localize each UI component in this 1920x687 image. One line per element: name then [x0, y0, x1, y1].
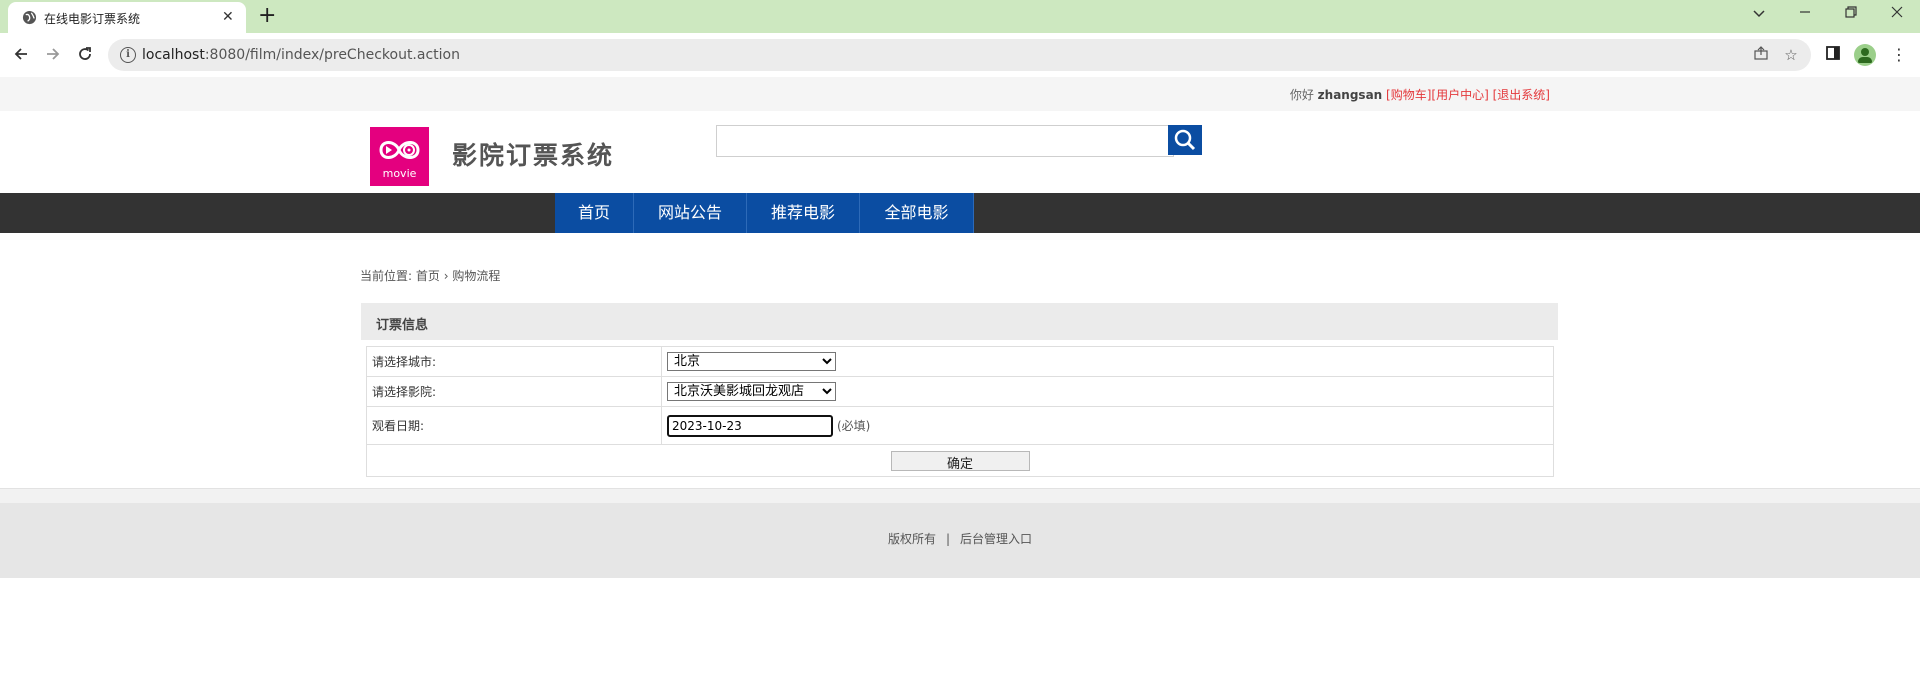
cinema-cell: 北京沃美影城回龙观店: [661, 376, 1554, 407]
nav-item-recommended[interactable]: 推荐电影: [747, 193, 860, 233]
side-panel-icon[interactable]: [1822, 44, 1844, 66]
greeting-text: 你好: [1289, 88, 1314, 102]
user-topbar: 你好 zhangsan [购物车][用户中心] [退出系统]: [0, 77, 1920, 112]
logout-link[interactable]: [退出系统]: [1493, 88, 1550, 102]
city-label: 请选择城市:: [366, 346, 662, 377]
required-note: (必填): [837, 418, 871, 433]
main-nav: 首页 网站公告 推荐电影 全部电影: [0, 193, 1920, 233]
tab-title: 在线电影订票系统: [44, 12, 141, 26]
confirm-button[interactable]: 确定: [890, 450, 1030, 472]
cinema-select[interactable]: 北京沃美影城回龙观店: [667, 382, 836, 401]
forward-icon[interactable]: [40, 41, 66, 67]
city-cell: 北京: [661, 346, 1554, 377]
main-content: 当前位置: 首页 › 购物流程 订票信息 请选择城市: 北京 请选择影院: 北京…: [0, 233, 1920, 488]
site-footer: 版权所有 | 后台管理入口: [0, 503, 1920, 578]
user-center-link[interactable]: [用户中心]: [1431, 88, 1488, 102]
search-icon: [1174, 129, 1196, 151]
nav-item-all-movies[interactable]: 全部电影: [860, 193, 974, 233]
date-label: 观看日期:: [366, 406, 662, 445]
city-select[interactable]: 北京: [667, 352, 836, 371]
submit-cell: 确定: [366, 444, 1554, 477]
site-logo[interactable]: movie: [370, 127, 429, 186]
breadcrumb-current: 购物流程: [452, 269, 501, 283]
footer-links: 版权所有 | 后台管理入口: [0, 530, 1920, 547]
city-row: 请选择城市: 北京: [366, 346, 1554, 377]
browser-tabstrip: 在线电影订票系统 ✕ +: [0, 0, 1920, 33]
submit-row: 确定: [366, 444, 1554, 477]
breadcrumb-home[interactable]: 首页: [416, 269, 440, 283]
address-bar[interactable]: i localhost:8080/film/index/preCheckout.…: [108, 39, 1811, 71]
date-input[interactable]: [667, 414, 833, 437]
minimize-icon[interactable]: [1790, 4, 1820, 24]
reload-icon[interactable]: [72, 41, 98, 67]
site-title: 影院订票系统: [452, 141, 615, 170]
film-reel-logo-icon: [379, 141, 420, 159]
cart-link[interactable]: [购物车]: [1386, 88, 1431, 102]
maximize-icon[interactable]: [1836, 4, 1866, 24]
cinema-label: 请选择影院:: [366, 376, 662, 407]
footer-separator: [0, 488, 1920, 504]
breadcrumb-separator: ›: [443, 269, 449, 283]
order-form: 请选择城市: 北京 请选择影院: 北京沃美影城回龙观店 观看日期: (必填): [366, 346, 1554, 477]
username: zhangsan: [1317, 88, 1383, 102]
globe-icon: [22, 10, 37, 25]
menu-icon[interactable]: ⋮: [1888, 44, 1910, 66]
nav-item-home[interactable]: 首页: [555, 193, 634, 233]
cinema-row: 请选择影院: 北京沃美影城回龙观店: [366, 376, 1554, 407]
nav-item-announcements[interactable]: 网站公告: [634, 193, 747, 233]
copyright-text: 版权所有: [887, 532, 936, 546]
order-panel-header: 订票信息: [361, 303, 1558, 340]
date-cell: (必填): [661, 406, 1554, 445]
url-text[interactable]: localhost:8080/film/index/preCheckout.ac…: [142, 47, 460, 63]
breadcrumb-prefix: 当前位置:: [360, 269, 413, 283]
browser-tab[interactable]: 在线电影订票系统 ✕: [8, 2, 246, 33]
date-row: 观看日期: (必填): [366, 406, 1554, 445]
breadcrumb: 当前位置: 首页 › 购物流程: [360, 267, 500, 284]
site-header: movie 影院订票系统: [0, 111, 1920, 193]
profile-avatar-icon[interactable]: [1854, 44, 1876, 66]
user-info: 你好 zhangsan [购物车][用户中心] [退出系统]: [1290, 86, 1550, 103]
logo-text: movie: [382, 167, 417, 180]
tab-close-icon[interactable]: ✕: [222, 9, 234, 25]
tab-list-icon[interactable]: [1744, 4, 1774, 24]
share-icon[interactable]: [1751, 45, 1771, 65]
browser-toolbar: i localhost:8080/film/index/preCheckout.…: [0, 33, 1920, 78]
search-button[interactable]: [1168, 125, 1202, 155]
close-icon[interactable]: [1882, 4, 1912, 24]
order-panel-title: 订票信息: [376, 318, 429, 333]
search-input[interactable]: [716, 125, 1174, 157]
new-tab-button[interactable]: +: [258, 5, 276, 27]
bookmark-star-icon[interactable]: ☆: [1781, 45, 1801, 65]
site-info-icon[interactable]: i: [120, 47, 136, 63]
footer-divider: |: [945, 532, 951, 546]
admin-link[interactable]: 后台管理入口: [960, 532, 1032, 546]
back-icon[interactable]: [8, 41, 34, 67]
